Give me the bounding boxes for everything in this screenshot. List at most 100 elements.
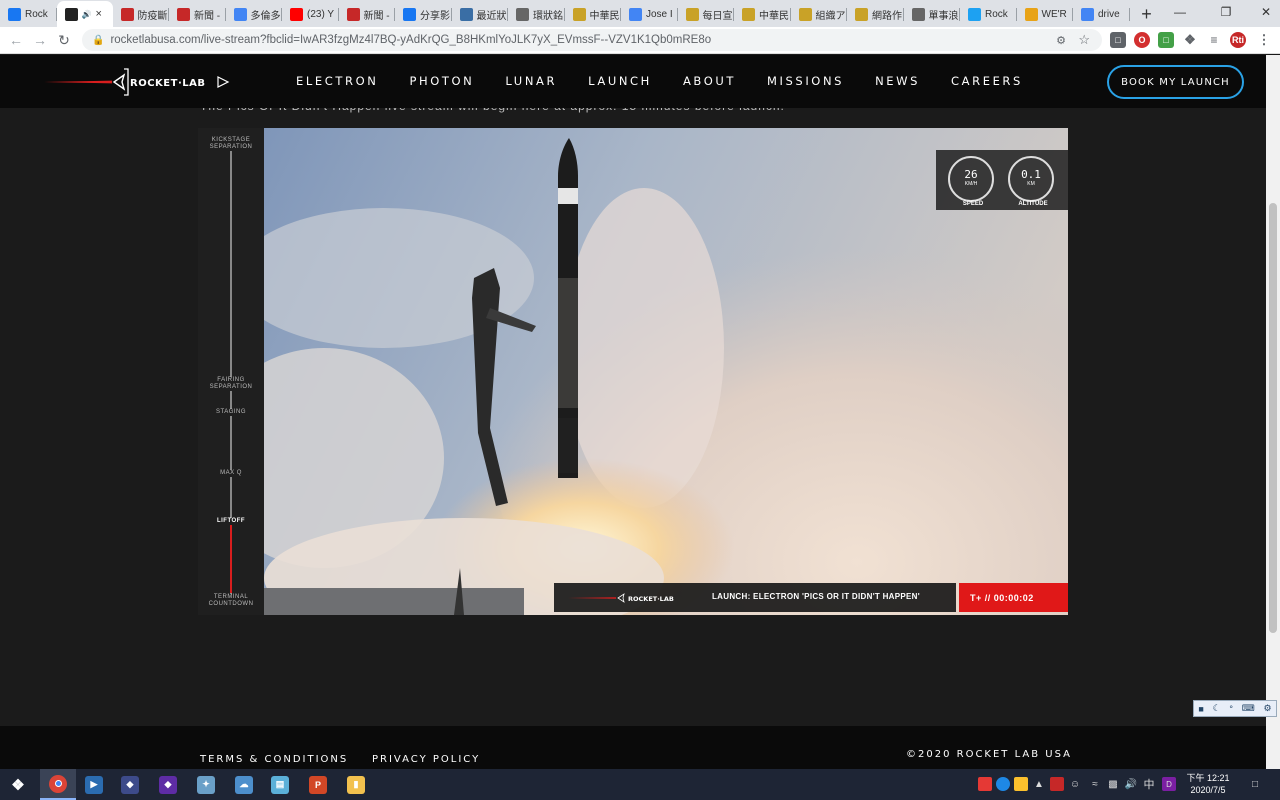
browser-tab[interactable]: 新聞 - xyxy=(339,1,396,27)
page-scrollbar[interactable] xyxy=(1266,55,1280,769)
reading-list-icon[interactable]: ≡ xyxy=(1206,32,1222,48)
translate-icon[interactable]: ⚙ xyxy=(1056,34,1066,47)
book-my-launch-button[interactable]: BOOK MY LAUNCH xyxy=(1107,65,1244,99)
menu-kebab-icon[interactable]: ⋮ xyxy=(1256,32,1272,48)
timeline-label: MAX Q xyxy=(198,470,264,477)
back-icon[interactable]: ← xyxy=(4,28,28,52)
extension-green-icon[interactable]: □ xyxy=(1158,32,1174,48)
tab-close-icon[interactable]: × xyxy=(95,8,101,20)
rocketlab-icon xyxy=(64,7,78,21)
ime-indicator[interactable]: 中 xyxy=(1142,777,1156,791)
nav-link-lunar[interactable]: LUNAR xyxy=(505,74,557,88)
timeline-label: LIFTOFF xyxy=(198,518,264,525)
browser-tab[interactable]: (23) Y xyxy=(282,1,339,27)
tray-app-icon[interactable] xyxy=(978,777,992,791)
new-tab-button[interactable]: + xyxy=(1134,1,1160,27)
nav-link-news[interactable]: NEWS xyxy=(875,74,920,88)
speed-unit: KM/H xyxy=(964,181,978,187)
tray-app-icon[interactable] xyxy=(1050,777,1064,791)
browser-tab[interactable]: 環狀銘 xyxy=(508,1,565,27)
browser-tab[interactable]: Rock xyxy=(0,1,57,27)
google-icon xyxy=(1081,7,1094,21)
forward-icon[interactable]: → xyxy=(28,28,52,52)
browser-tab[interactable]: 防疫斷 xyxy=(113,1,170,27)
bookmark-star-icon[interactable]: ☆ xyxy=(1078,32,1090,48)
tray-app-icon[interactable]: D xyxy=(1162,777,1176,791)
browser-tab[interactable]: Jose I xyxy=(621,1,678,27)
chrome-taskbar-button[interactable] xyxy=(40,769,76,800)
ime-toolbar[interactable]: ■ ☾ ° ⌨ ⚙ xyxy=(1193,700,1277,717)
app-taskbar-button[interactable]: ▤ xyxy=(262,769,298,800)
reload-icon[interactable]: ↻ xyxy=(52,28,76,52)
timeline-label: KICKSTAGE SEPARATION xyxy=(198,137,264,151)
browser-tab[interactable]: 組織ア xyxy=(791,1,848,27)
browser-tab[interactable]: 多倫多 xyxy=(226,1,283,27)
tray-shield-icon[interactable] xyxy=(1014,777,1028,791)
profile-avatar[interactable]: Rti xyxy=(1230,32,1246,48)
address-bar[interactable]: 🔒 rocketlabusa.com/live-stream?fbclid=Iw… xyxy=(82,29,1102,51)
ime-mode-icon[interactable]: ■ xyxy=(1198,704,1203,714)
url-text[interactable]: rocketlabusa.com/live-stream?fbclid=IwAR… xyxy=(110,34,711,46)
browser-tab[interactable]: WE'R xyxy=(1017,1,1074,27)
file-explorer-taskbar-button[interactable]: ▮ xyxy=(338,769,374,800)
keyboard-icon[interactable]: ⌨ xyxy=(1242,703,1255,714)
tab-audio-icon[interactable]: 🔊 xyxy=(82,10,92,19)
nav-link-electron[interactable]: ELECTRON xyxy=(296,74,378,88)
app-taskbar-button[interactable]: ✦ xyxy=(188,769,224,800)
rocket-lab-logo[interactable]: ROCKET·LAB xyxy=(42,67,232,97)
volume-icon[interactable]: 🔊 xyxy=(1124,777,1138,791)
clock-time-text: 下午 12:21 xyxy=(1186,773,1230,783)
emblem-icon xyxy=(855,7,868,21)
restore-icon[interactable]: ❐ xyxy=(1206,0,1246,24)
app-taskbar-button[interactable]: ▶ xyxy=(76,769,112,800)
browser-tab[interactable]: 最近狀 xyxy=(452,1,509,27)
extensions-puzzle-icon[interactable]: ❖ xyxy=(1182,32,1198,48)
punctuation-icon[interactable]: ° xyxy=(1229,704,1233,714)
close-window-icon[interactable]: ✕ xyxy=(1246,0,1280,24)
start-button[interactable]: ❖ xyxy=(0,769,36,800)
altitude-label: ALTITUDE xyxy=(1018,201,1048,207)
nav-link-missions[interactable]: MISSIONS xyxy=(767,74,844,88)
extension-chat-icon[interactable]: □ xyxy=(1110,32,1126,48)
app-taskbar-button[interactable]: ☁ xyxy=(226,769,262,800)
scrollbar-thumb[interactable] xyxy=(1269,203,1277,633)
nav-link-careers[interactable]: CAREERS xyxy=(951,74,1023,88)
notifications-icon[interactable]: □ xyxy=(1248,777,1262,791)
powerpoint-taskbar-button[interactable]: P xyxy=(300,769,336,800)
browser-tab[interactable]: 單事浪 xyxy=(904,1,961,27)
browser-tab[interactable]: drive xyxy=(1073,1,1130,27)
browser-tab[interactable]: 每日宣 xyxy=(678,1,735,27)
nav-link-launch[interactable]: LAUNCH xyxy=(588,74,652,88)
tray-people-icon[interactable]: ☺ xyxy=(1068,777,1082,791)
browser-tab[interactable]: 🔊 × xyxy=(56,1,113,27)
browser-tab[interactable]: 網路作 xyxy=(847,1,904,27)
app-taskbar-button[interactable]: ◆ xyxy=(112,769,148,800)
minimize-icon[interactable]: — xyxy=(1160,0,1200,24)
altitude-value: 0.1 xyxy=(1021,168,1041,181)
terms-link[interactable]: TERMS & CONDITIONS xyxy=(200,754,348,765)
tray-app-icon[interactable]: ▲ xyxy=(1032,777,1046,791)
settings-icon[interactable]: ⚙ xyxy=(1264,703,1272,714)
powerpoint-icon: P xyxy=(309,775,327,794)
system-clock[interactable]: 下午 12:21 2020/7/5 xyxy=(1180,772,1236,796)
tray-network-icon[interactable]: ≈ xyxy=(1088,777,1102,791)
svg-text:ROCKET·LAB: ROCKET·LAB xyxy=(628,595,674,603)
live-stream-video[interactable]: KICKSTAGE SEPARATION FAIRING SEPARATION ST… xyxy=(198,128,1068,615)
browser-tab[interactable]: 中華民 xyxy=(734,1,791,27)
nav-link-about[interactable]: ABOUT xyxy=(683,74,736,88)
privacy-link[interactable]: PRIVACY POLICY xyxy=(372,754,480,765)
browser-tab[interactable]: 新聞 - xyxy=(169,1,226,27)
lower-third-banner: ROCKET·LAB LAUNCH: ELECTRON 'PICS OR IT … xyxy=(554,583,956,612)
app-taskbar-button[interactable]: ◆ xyxy=(150,769,186,800)
tray-app-icon[interactable] xyxy=(996,777,1010,791)
browser-tab[interactable]: 中華民 xyxy=(565,1,622,27)
tray-display-icon[interactable]: ▩ xyxy=(1106,777,1120,791)
moon-icon[interactable]: ☾ xyxy=(1213,703,1221,714)
nav-link-photon[interactable]: PHOTON xyxy=(409,74,474,88)
chrome-icon xyxy=(49,774,67,793)
mission-timeline: KICKSTAGE SEPARATION FAIRING SEPARATION ST… xyxy=(198,128,264,615)
arrow-app-icon: ▶ xyxy=(85,775,103,794)
browser-tab[interactable]: 分享影 xyxy=(395,1,452,27)
extension-red-icon[interactable]: O xyxy=(1134,32,1150,48)
browser-tab[interactable]: Rock xyxy=(960,1,1017,27)
